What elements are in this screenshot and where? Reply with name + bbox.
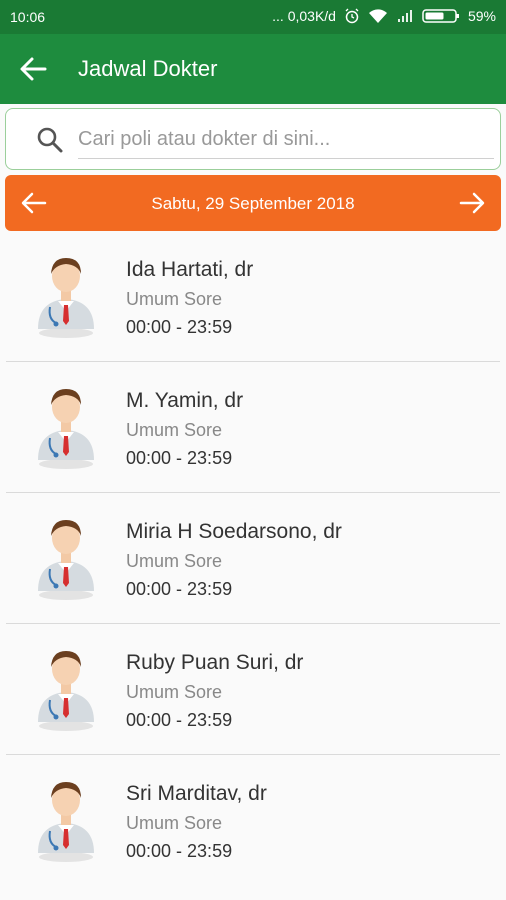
signal-icon — [397, 10, 412, 22]
doctor-avatar-icon — [38, 651, 94, 731]
wifi-icon — [368, 9, 387, 23]
doctor-list-item[interactable]: M. Yamin, dr Umum Sore 00:00 - 23:59 — [6, 362, 500, 493]
doctor-list-item[interactable]: Ruby Puan Suri, dr Umum Sore 00:00 - 23:… — [6, 624, 500, 755]
doctor-specialty: Umum Sore — [126, 682, 223, 702]
doctor-avatar-icon — [38, 782, 94, 862]
doctor-name: Sri Marditav, dr — [126, 782, 267, 805]
doctor-name: Ida Hartati, dr — [126, 258, 254, 281]
doctor-list-item[interactable]: Ida Hartati, dr Umum Sore 00:00 - 23:59 — [6, 231, 500, 362]
doctor-hours: 00:00 - 23:59 — [126, 710, 233, 730]
doctor-hours: 00:00 - 23:59 — [126, 841, 233, 861]
doctor-list: Ida Hartati, dr Umum Sore 00:00 - 23:59 … — [0, 231, 506, 886]
doctor-specialty: Umum Sore — [126, 420, 223, 440]
doctor-specialty: Umum Sore — [126, 551, 223, 571]
alarm-icon — [345, 8, 359, 24]
back-arrow-icon[interactable] — [18, 55, 48, 83]
doctor-name: Miria H Soedarsono, dr — [126, 520, 342, 543]
doctor-avatar-icon — [38, 258, 94, 338]
doctor-specialty: Umum Sore — [126, 813, 223, 833]
doctor-avatar-icon — [38, 389, 94, 469]
doctor-hours: 00:00 - 23:59 — [126, 317, 233, 337]
doctor-name: Ruby Puan Suri, dr — [126, 651, 304, 674]
doctor-list-item[interactable]: Sri Marditav, dr Umum Sore 00:00 - 23:59 — [6, 755, 500, 886]
next-date-arrow-icon[interactable] — [459, 191, 485, 215]
battery-icon — [422, 9, 459, 23]
search-input[interactable] — [78, 121, 494, 159]
doctor-name: M. Yamin, dr — [126, 389, 244, 412]
battery-percent: 59% — [467, 8, 496, 24]
app-bar: Jadwal Dokter — [0, 34, 506, 104]
selected-date: Sabtu, 29 September 2018 — [151, 194, 355, 213]
date-navigator: Sabtu, 29 September 2018 — [5, 175, 501, 231]
doctor-specialty: Umum Sore — [126, 289, 223, 309]
status-bar: 10:06 ... 0,03K/d 59% — [0, 0, 506, 34]
page-title: Jadwal Dokter — [78, 56, 218, 81]
doctor-list-item[interactable]: Miria H Soedarsono, dr Umum Sore 00:00 -… — [6, 493, 500, 624]
network-speed: ... 0,03K/d — [272, 8, 336, 24]
doctor-hours: 00:00 - 23:59 — [126, 579, 233, 599]
status-time: 10:06 — [10, 9, 46, 25]
status-right: ... 0,03K/d 59% — [272, 8, 496, 24]
doctor-avatar-icon — [38, 520, 94, 600]
search-box — [5, 108, 501, 170]
doctor-hours: 00:00 - 23:59 — [126, 448, 233, 468]
search-icon — [37, 127, 63, 153]
